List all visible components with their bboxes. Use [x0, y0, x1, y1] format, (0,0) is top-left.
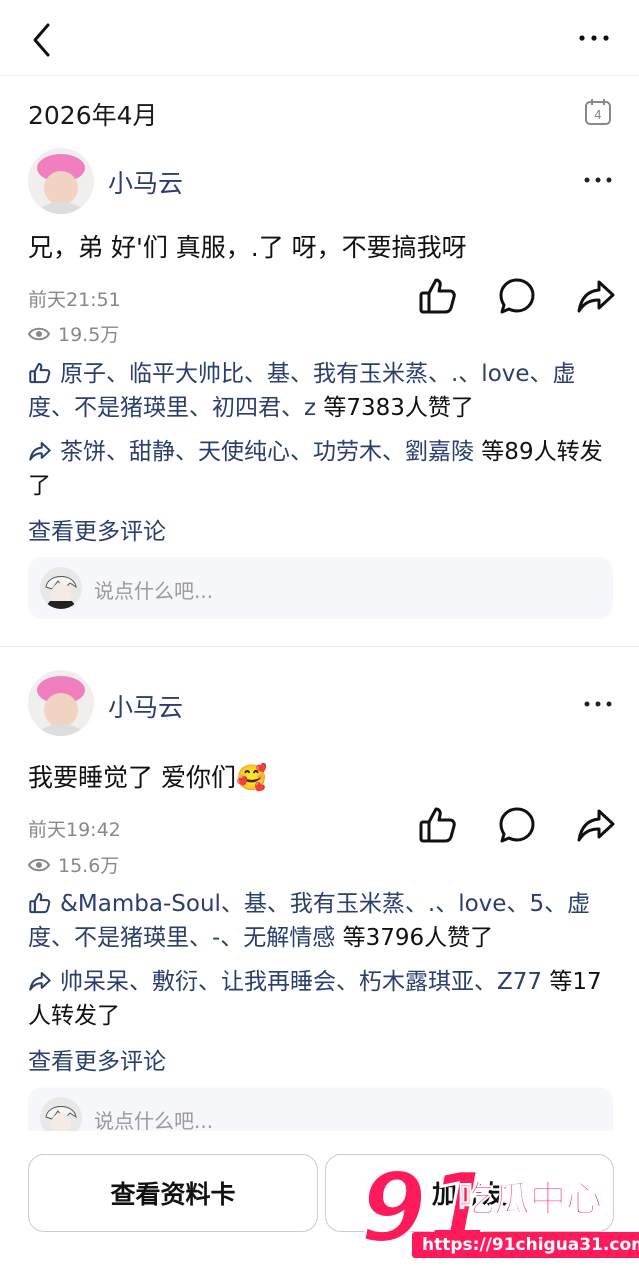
author-name[interactable]: 小马云	[108, 688, 183, 724]
watermark-name: 吃瓜中心	[457, 1179, 603, 1221]
avatar[interactable]	[28, 670, 94, 736]
more-horizontal-icon[interactable]	[577, 26, 611, 50]
view-more-comments[interactable]: 查看更多评论	[28, 1042, 166, 1076]
share-small-icon	[29, 442, 51, 461]
shares-names: 茶饼、甜静、天使纯心、功劳木、劉嘉陵	[60, 439, 474, 465]
comment-icon[interactable]	[496, 275, 538, 317]
share-icon[interactable]	[575, 275, 617, 317]
comment-input[interactable]: 说点什么吧...	[28, 1087, 613, 1131]
my-avatar	[40, 567, 82, 609]
view-count-value: 19.5万	[58, 324, 120, 346]
eye-icon	[28, 858, 50, 871]
avatar[interactable]	[28, 148, 94, 214]
more-horizontal-icon[interactable]	[583, 694, 613, 714]
shares-summary[interactable]: 茶饼、甜静、天使纯心、功劳木、劉嘉陵 等89人转发了	[28, 435, 613, 503]
view-count: 19.5万	[28, 320, 119, 347]
comment-input[interactable]: 说点什么吧...	[28, 557, 613, 619]
comment-placeholder: 说点什么吧...	[94, 1109, 214, 1131]
likes-names: &Mamba-Soul、基、我有玉米蒸、.、love、5、虚度、不是猪瑛里、-、…	[28, 891, 591, 951]
likes-names: 原子、临平大帅比、基、我有玉米蒸、.、love、虚度、不是猪瑛里、初四君、z	[28, 361, 576, 421]
shares-names: 帅呆呆、敷衍、让我再睡会、朽木露琪亚、Z77	[60, 969, 543, 995]
top-bar	[0, 0, 639, 76]
comment-placeholder: 说点什么吧...	[94, 579, 214, 603]
view-count: 15.6万	[28, 851, 119, 878]
eye-icon	[28, 327, 50, 340]
post-time: 前天21:51	[28, 289, 121, 311]
post-content: 兄，弟 好'们 真服，.了 呀，不要搞我呀	[28, 233, 467, 262]
post-divider	[0, 646, 639, 647]
calendar-icon[interactable]: 4	[583, 97, 613, 127]
comment-icon[interactable]	[496, 804, 538, 846]
watermark-url: https://91chigua31.com	[412, 1232, 639, 1258]
share-icon[interactable]	[575, 804, 617, 846]
likes-summary[interactable]: 原子、临平大帅比、基、我有玉米蒸、.、love、虚度、不是猪瑛里、初四君、z 等…	[28, 357, 613, 425]
likes-summary[interactable]: &Mamba-Soul、基、我有玉米蒸、.、love、5、虚度、不是猪瑛里、-、…	[28, 887, 613, 955]
like-small-icon	[29, 362, 51, 384]
shares-summary[interactable]: 帅呆呆、敷衍、让我再睡会、朽木露琪亚、Z77 等17人转发了	[28, 965, 613, 1033]
like-icon[interactable]	[417, 275, 459, 317]
view-more-comments[interactable]: 查看更多评论	[28, 512, 166, 546]
more-horizontal-icon[interactable]	[583, 170, 613, 190]
post-content: 我要睡觉了 爱你们🥰	[28, 763, 268, 792]
likes-count: 等3796人赞了	[335, 925, 494, 951]
my-avatar	[40, 1097, 82, 1131]
post-time: 前天19:42	[28, 819, 121, 841]
like-small-icon	[29, 892, 51, 914]
watermark: 91 吃瓜中心 https://91chigua31.com	[359, 1157, 639, 1280]
calendar-day: 4	[594, 108, 602, 122]
view-profile-button[interactable]: 查看资料卡	[28, 1154, 318, 1232]
view-count-value: 15.6万	[58, 855, 120, 877]
likes-count: 等7383人赞了	[316, 395, 474, 421]
like-icon[interactable]	[417, 804, 459, 846]
share-small-icon	[29, 972, 51, 991]
author-name[interactable]: 小马云	[108, 164, 183, 200]
chevron-left-icon[interactable]	[30, 22, 54, 58]
month-heading: 2026年4月	[28, 101, 158, 130]
